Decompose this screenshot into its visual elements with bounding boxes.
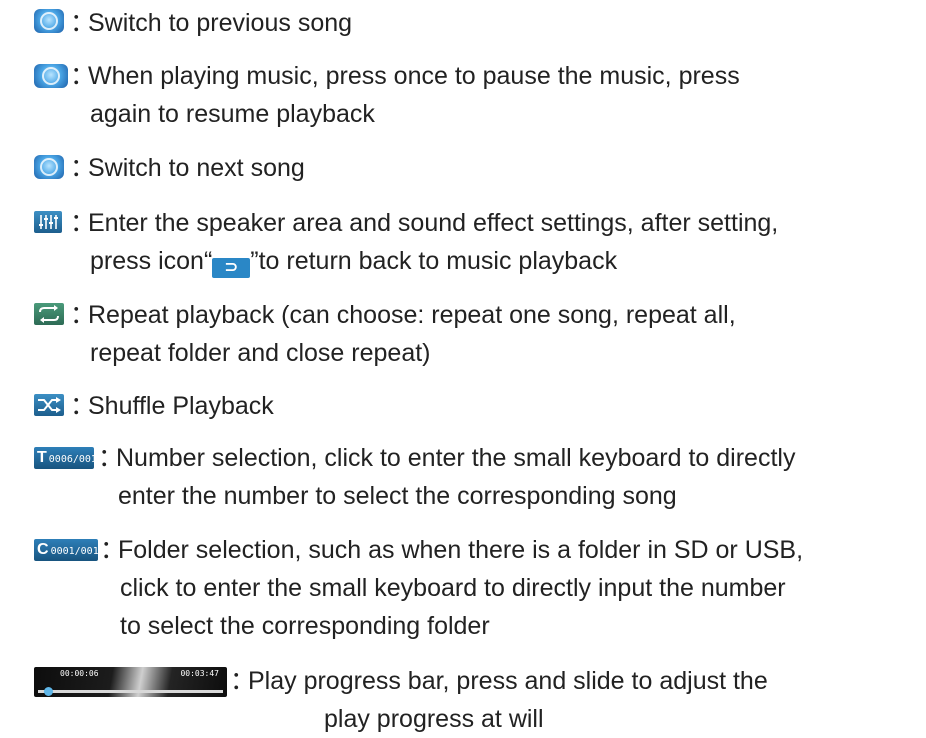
progress-bar-desc-line2: play progress at will xyxy=(324,705,544,733)
number-selection-icon-text: 0006/0019 xyxy=(48,454,103,465)
equalizer-icon xyxy=(34,211,62,233)
colon: ： xyxy=(230,667,256,695)
progress-knob xyxy=(44,687,53,696)
folder-selection-desc-line1: Folder selection, such as when there is … xyxy=(118,536,804,564)
colon: ： xyxy=(70,209,96,237)
number-selection-desc-line1: Number selection, click to enter the sma… xyxy=(116,444,796,472)
repeat-desc-line2: repeat folder and close repeat) xyxy=(90,339,431,367)
equalizer-desc-line1: Enter the speaker area and sound effect … xyxy=(88,209,779,237)
progress-bar-icon: 00:00:06 00:03:47 xyxy=(34,667,227,697)
colon: ： xyxy=(70,9,96,37)
number-selection-icon-lead: T xyxy=(37,449,47,466)
play-pause-icon xyxy=(34,64,68,88)
progress-bar-desc-line1: Play progress bar, press and slide to ad… xyxy=(248,667,768,695)
repeat-icon xyxy=(34,303,64,325)
equalizer-desc-line2-post: ”to return back to music playback xyxy=(250,247,618,275)
next-song-icon xyxy=(34,155,64,179)
play-pause-desc-line1: When playing music, press once to pause … xyxy=(88,62,740,90)
colon: ： xyxy=(70,392,96,420)
equalizer-desc-line2-pre: press icon“ xyxy=(90,247,213,275)
progress-time-end: 00:03:47 xyxy=(180,669,219,678)
next-song-desc: Switch to next song xyxy=(88,154,305,182)
return-icon: ⊃ xyxy=(212,258,251,278)
shuffle-icon xyxy=(34,394,64,416)
number-selection-icon: T 0006/0019 xyxy=(34,447,103,469)
previous-song-icon xyxy=(34,9,64,33)
colon: ： xyxy=(100,536,126,564)
progress-time-start: 00:00:06 xyxy=(60,669,99,678)
folder-selection-desc-line2: click to enter the small keyboard to dir… xyxy=(120,574,786,602)
previous-song-desc: Switch to previous song xyxy=(88,9,353,37)
folder-selection-desc-line3: to select the corresponding folder xyxy=(120,612,490,640)
number-selection-desc-line2: enter the number to select the correspon… xyxy=(118,482,677,510)
repeat-desc-line1: Repeat playback (can choose: repeat one … xyxy=(88,301,736,329)
progress-track xyxy=(38,690,223,693)
colon: ： xyxy=(70,301,96,329)
folder-selection-icon: C 0001/0019 xyxy=(34,539,105,561)
folder-selection-icon-text: 0001/0019 xyxy=(50,546,105,557)
folder-selection-icon-lead: C xyxy=(37,541,49,558)
colon: ： xyxy=(70,62,96,90)
colon: ： xyxy=(98,444,124,472)
shuffle-desc: Shuffle Playback xyxy=(88,392,274,420)
colon: ： xyxy=(70,154,96,182)
play-pause-desc-line2: again to resume playback xyxy=(90,100,375,128)
